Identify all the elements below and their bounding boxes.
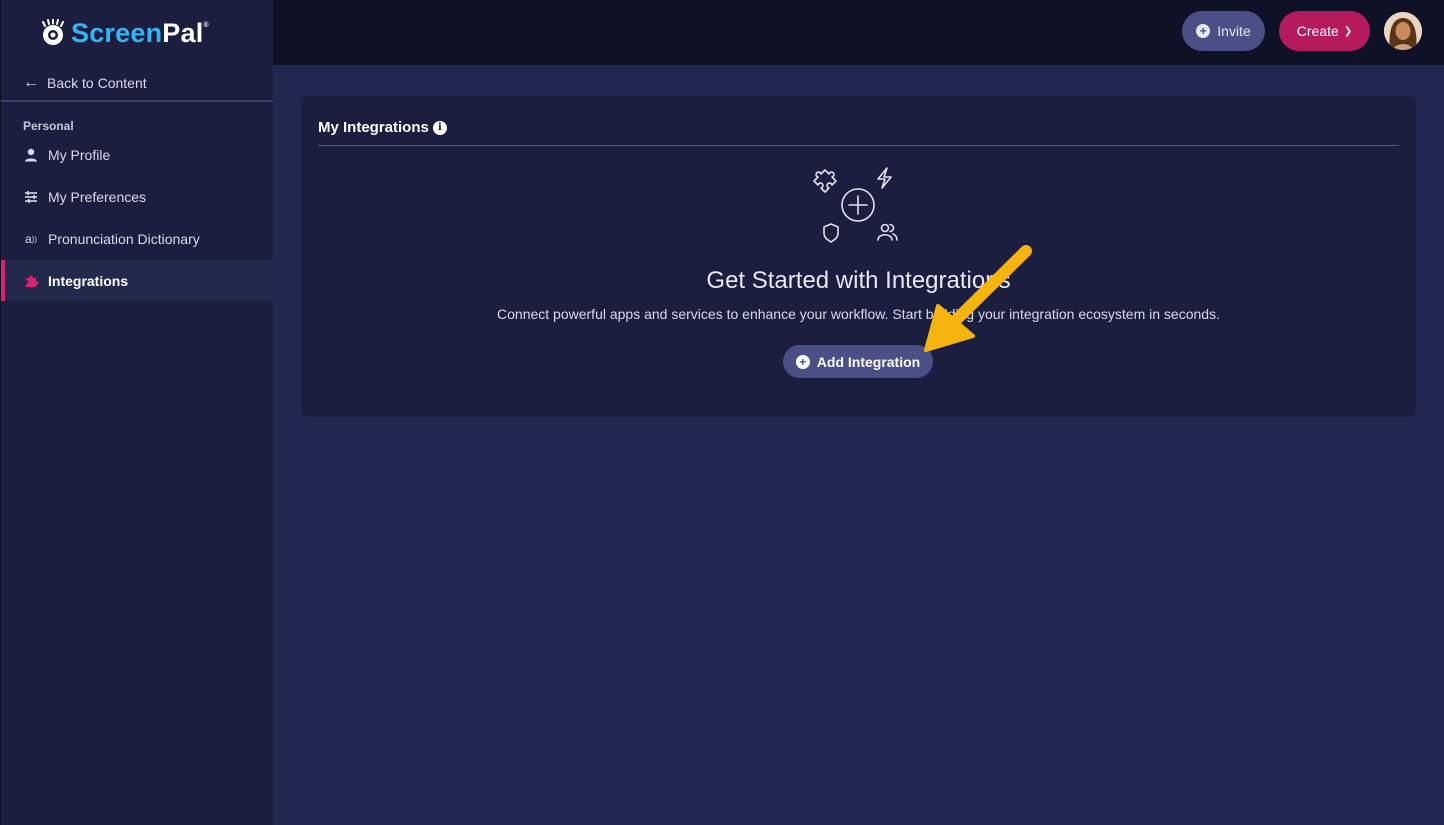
empty-state-description: Connect powerful apps and services to en… [497, 306, 1220, 322]
create-label: Create [1296, 23, 1339, 39]
card-divider [318, 145, 1399, 146]
create-button[interactable]: Create ❯ [1279, 11, 1370, 51]
sidebar-item-label: Integrations [48, 272, 129, 289]
sidebar-item-pronunciation-dictionary[interactable]: a)) Pronunciation Dictionary [1, 220, 273, 258]
invite-button[interactable]: + Invite [1182, 11, 1265, 51]
puzzle-icon [813, 169, 837, 193]
user-avatar[interactable] [1384, 12, 1422, 50]
sidebar-item-my-profile[interactable]: My Profile [1, 136, 273, 174]
card-title-text: My Integrations [318, 119, 429, 136]
arrow-left-icon: ← [23, 74, 39, 91]
info-icon[interactable]: i [432, 120, 447, 135]
puzzle-icon [23, 273, 39, 289]
my-integrations-card: My Integrations i Get Started with Integ… [301, 96, 1416, 417]
sliders-icon [23, 189, 39, 205]
empty-state-title: Get Started with Integrations [706, 267, 1011, 294]
integrations-hero-illustration [813, 167, 898, 243]
back-label: Back to Content [47, 75, 147, 91]
lightning-icon [877, 167, 892, 189]
plus-circle-icon: + [795, 354, 810, 369]
sidebar-item-my-preferences[interactable]: My Preferences [1, 174, 273, 220]
sidebar: ScreenPal® ← Back to Content Personal My… [0, 0, 273, 825]
top-bar: + Invite Create ❯ [273, 0, 1444, 65]
users-icon [877, 223, 898, 241]
user-icon [23, 147, 39, 163]
card-title: My Integrations i [318, 119, 447, 136]
sidebar-item-label: My Profile [48, 147, 111, 163]
add-integration-label: Add Integration [816, 353, 921, 370]
sidebar-item-label: My Preferences [48, 189, 147, 205]
shield-icon [823, 223, 839, 243]
plus-circle-icon [841, 188, 875, 222]
add-integration-button[interactable]: + Add Integration [783, 345, 933, 378]
sidebar-item-label: Pronunciation Dictionary [48, 231, 200, 247]
brand-name: ScreenPal® [71, 17, 209, 48]
invite-label: Invite [1217, 23, 1251, 39]
screenpal-eye-icon [42, 19, 64, 45]
section-label-personal: Personal [23, 119, 74, 133]
chevron-down-icon: ❯ [1343, 25, 1353, 37]
back-to-content-link[interactable]: ← Back to Content [1, 66, 273, 102]
screenpal-logo[interactable]: ScreenPal® [1, 0, 273, 66]
pronunciation-icon: a)) [24, 232, 37, 246]
sidebar-item-integrations[interactable]: Integrations [1, 260, 273, 301]
plus-circle-icon: + [1196, 24, 1211, 38]
